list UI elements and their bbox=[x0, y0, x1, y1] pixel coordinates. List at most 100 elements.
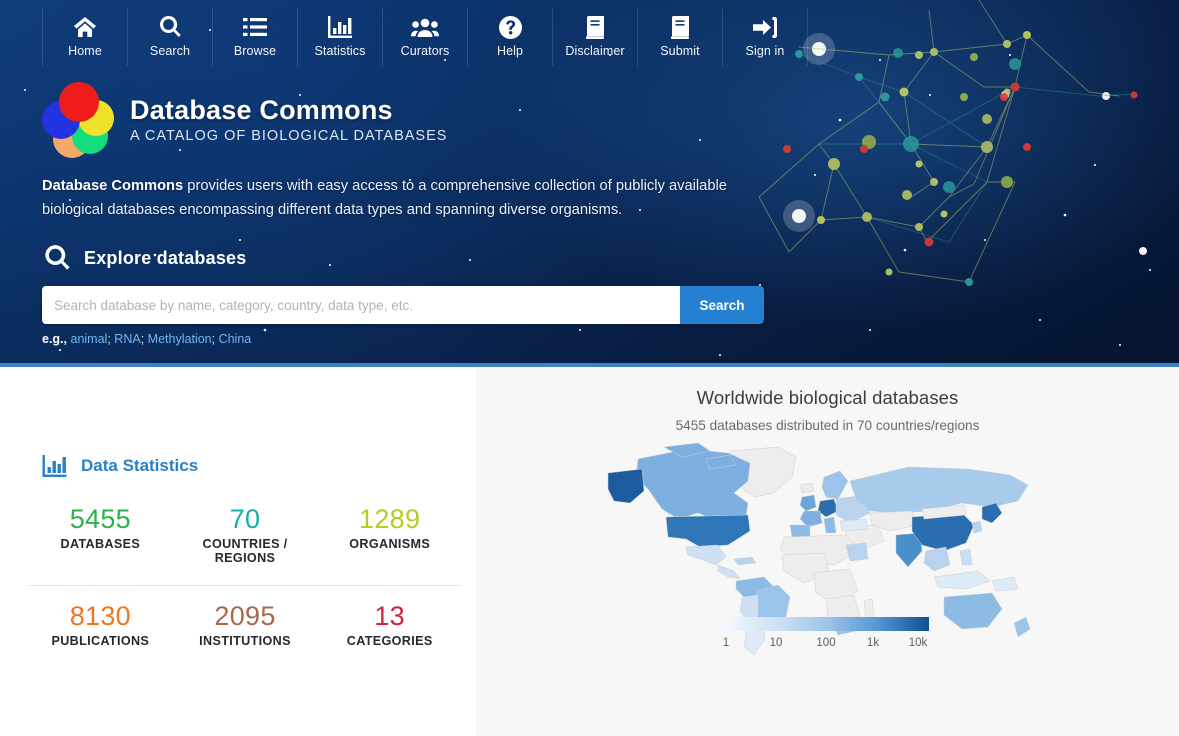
nav-label: Sign in bbox=[746, 44, 785, 58]
map-region-caribbean bbox=[734, 557, 756, 565]
hero-description: Database Commons provides users with eas… bbox=[42, 174, 782, 222]
statistics-header: Data Statistics bbox=[42, 455, 476, 477]
stat-value: 8130 bbox=[28, 600, 173, 632]
map-region-turkey bbox=[840, 519, 868, 531]
stat-categories[interactable]: 13 CATEGORIES bbox=[317, 598, 462, 658]
legend-segment bbox=[878, 617, 929, 631]
stat-label: DATABASES bbox=[28, 537, 173, 551]
site-title: Database Commons bbox=[130, 94, 447, 126]
example-separator: ; bbox=[141, 332, 144, 346]
legend-segment bbox=[828, 617, 879, 631]
stat-organisms[interactable]: 1289 ORGANISMS bbox=[317, 501, 462, 575]
nav-item-curators[interactable]: Curators bbox=[383, 8, 468, 66]
nav-label: Submit bbox=[660, 44, 700, 58]
stat-databases[interactable]: 5455 DATABASES bbox=[28, 501, 173, 575]
bar-chart-icon bbox=[328, 14, 352, 40]
example-link-china[interactable]: China bbox=[219, 332, 252, 346]
brand-block: Database Commons A CATALOG OF BIOLOGICAL… bbox=[42, 82, 1179, 156]
stat-label: INSTITUTIONS bbox=[173, 634, 318, 648]
map-region-indonesia bbox=[934, 571, 990, 589]
legend-tick: 10 bbox=[770, 637, 783, 649]
statistics-title: Data Statistics bbox=[81, 456, 198, 476]
choropleth-map[interactable]: 1 10 100 1k 10k bbox=[476, 441, 1179, 671]
bar-chart-icon bbox=[42, 455, 67, 477]
stat-value: 13 bbox=[317, 600, 462, 632]
users-icon bbox=[411, 14, 439, 40]
nav-item-search[interactable]: Search bbox=[128, 8, 213, 66]
examples-label: e.g., bbox=[42, 332, 67, 346]
nav-item-disclaimer[interactable]: Disclaimer bbox=[553, 8, 638, 66]
stat-institutions[interactable]: 2095 INSTITUTIONS bbox=[173, 598, 318, 658]
legend-tick: 1k bbox=[867, 637, 879, 649]
map-region-papua-new-guinea bbox=[992, 577, 1018, 591]
search-input[interactable] bbox=[42, 286, 680, 324]
map-region-madagascar bbox=[864, 599, 874, 619]
example-link-methylation[interactable]: Methylation bbox=[148, 332, 212, 346]
stat-value: 2095 bbox=[173, 600, 318, 632]
stat-countries-regions[interactable]: 70 COUNTRIES / REGIONS bbox=[173, 501, 318, 575]
example-link-animal[interactable]: animal bbox=[71, 332, 108, 346]
map-title: Worldwide biological databases bbox=[476, 387, 1179, 409]
map-region-egypt bbox=[846, 543, 868, 561]
hero-description-bold: Database Commons bbox=[42, 178, 183, 194]
nav-item-statistics[interactable]: Statistics bbox=[298, 8, 383, 66]
nav-label: Statistics bbox=[314, 44, 365, 58]
example-link-rna[interactable]: RNA bbox=[114, 332, 140, 346]
nav-label: Help bbox=[497, 44, 523, 58]
search-bar: Search bbox=[42, 286, 764, 324]
map-subtitle: 5455 databases distributed in 70 countri… bbox=[476, 418, 1179, 433]
nav-item-sign-in[interactable]: Sign in bbox=[723, 8, 808, 66]
map-region-italy bbox=[824, 517, 836, 533]
nav-label: Browse bbox=[234, 44, 276, 58]
map-region-united-states bbox=[666, 515, 750, 547]
main-navigation: Home Search Browse bbox=[0, 0, 1179, 66]
nav-label: Home bbox=[68, 44, 102, 58]
explore-heading: Explore databases bbox=[84, 248, 246, 269]
stat-value: 1289 bbox=[317, 503, 462, 535]
map-region-france bbox=[800, 511, 822, 527]
example-separator: ; bbox=[212, 332, 215, 346]
stat-value: 5455 bbox=[28, 503, 173, 535]
statistics-row: 5455 DATABASES 70 COUNTRIES / REGIONS 12… bbox=[28, 501, 462, 575]
main-content: Data Statistics 5455 DATABASES 70 COUNTR… bbox=[0, 367, 1179, 736]
nav-item-submit[interactable]: Submit bbox=[638, 8, 723, 66]
map-region-scandinavia bbox=[822, 471, 848, 499]
nav-label: Search bbox=[150, 44, 190, 58]
nav-item-browse[interactable]: Browse bbox=[213, 8, 298, 66]
home-icon bbox=[73, 14, 97, 40]
sign-in-icon bbox=[753, 14, 777, 40]
legend-tick: 10k bbox=[909, 637, 928, 649]
nav-label: Disclaimer bbox=[565, 44, 624, 58]
map-region-alaska bbox=[608, 469, 644, 503]
nav-item-home[interactable]: Home bbox=[42, 8, 128, 66]
stat-value: 70 bbox=[173, 503, 318, 535]
map-region-korea bbox=[972, 521, 982, 533]
map-region-philippines bbox=[960, 549, 972, 565]
nav-item-help[interactable]: Help bbox=[468, 8, 553, 66]
statistics-grid: 5455 DATABASES 70 COUNTRIES / REGIONS 12… bbox=[28, 501, 462, 658]
legend-tick: 1 bbox=[723, 637, 729, 649]
legend-tick-labels: 1 10 100 1k 10k bbox=[721, 637, 934, 653]
legend-gradient-bar bbox=[726, 617, 929, 631]
map-region-germany bbox=[818, 499, 838, 517]
search-button[interactable]: Search bbox=[680, 286, 764, 324]
search-icon bbox=[44, 244, 70, 272]
stat-publications[interactable]: 8130 PUBLICATIONS bbox=[28, 598, 173, 658]
map-region-iceland bbox=[800, 483, 814, 493]
database-commons-logo bbox=[42, 82, 116, 156]
map-region-japan bbox=[982, 503, 1002, 523]
example-separator: ; bbox=[107, 332, 110, 346]
stat-label: CATEGORIES bbox=[317, 634, 462, 648]
world-map-panel: Worldwide biological databases 5455 data… bbox=[476, 367, 1179, 736]
map-region-united-kingdom bbox=[800, 495, 816, 511]
map-legend: 1 10 100 1k 10k bbox=[476, 617, 1179, 653]
book-icon bbox=[586, 14, 604, 40]
map-region-central-america bbox=[718, 565, 740, 579]
stat-label: PUBLICATIONS bbox=[28, 634, 173, 648]
legend-segment bbox=[726, 617, 777, 631]
statistics-panel: Data Statistics 5455 DATABASES 70 COUNTR… bbox=[0, 367, 476, 736]
map-region-russia bbox=[850, 467, 1028, 513]
legend-tick: 100 bbox=[816, 637, 835, 649]
logo-circle-red bbox=[59, 82, 99, 122]
stat-label: ORGANISMS bbox=[317, 537, 462, 551]
